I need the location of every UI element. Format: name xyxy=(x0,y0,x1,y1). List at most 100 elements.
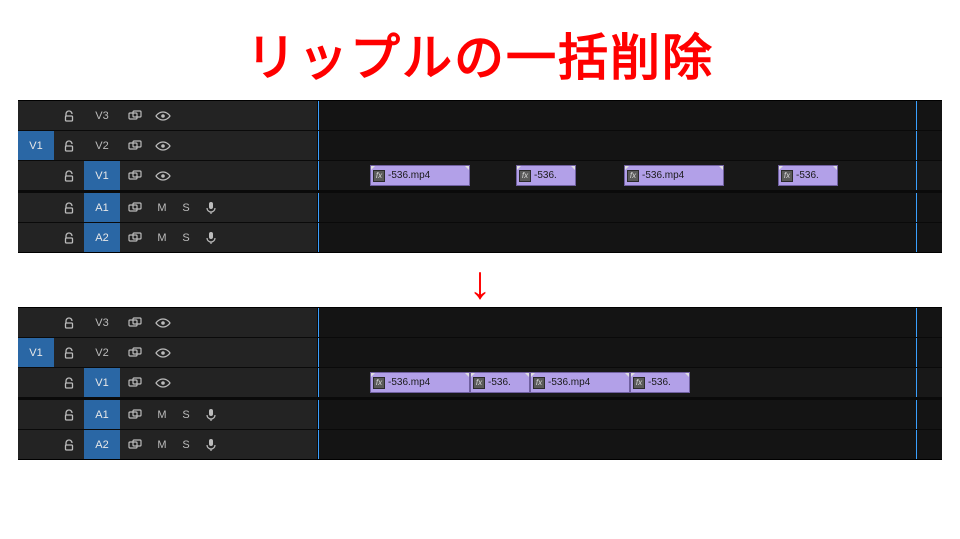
lock-toggle-v3[interactable] xyxy=(54,308,84,337)
source-slot-a2[interactable] xyxy=(18,223,54,252)
lock-toggle-a2[interactable] xyxy=(54,223,84,252)
source-slot-a1[interactable] xyxy=(18,193,54,222)
visibility-toggle-v3[interactable] xyxy=(150,308,176,337)
solo-toggle-a2[interactable]: S xyxy=(174,430,198,459)
sync-lock-v3[interactable] xyxy=(120,101,150,130)
voice-record-a2[interactable] xyxy=(198,223,224,252)
out-marker[interactable] xyxy=(916,193,917,222)
source-slot-v1[interactable] xyxy=(18,368,54,397)
voice-record-a1[interactable] xyxy=(198,193,224,222)
out-marker[interactable] xyxy=(916,223,917,252)
out-marker[interactable] xyxy=(916,308,917,337)
track-content-a1[interactable] xyxy=(318,400,942,429)
out-marker[interactable] xyxy=(916,101,917,130)
track-content-a1[interactable] xyxy=(318,193,942,222)
lock-toggle-a1[interactable] xyxy=(54,400,84,429)
track-content-a2[interactable] xyxy=(318,430,942,459)
sync-lock-v3[interactable] xyxy=(120,308,150,337)
source-slot-v2[interactable]: V1 xyxy=(18,131,54,160)
source-slot-v2[interactable]: V1 xyxy=(18,338,54,367)
lock-toggle-v2[interactable] xyxy=(54,131,84,160)
track-content-v1[interactable]: fx-536.mp4fx-536.fx-536.mp4fx-536. xyxy=(318,368,942,397)
source-slot-a1[interactable] xyxy=(18,400,54,429)
track-label-v2[interactable]: V2 xyxy=(84,338,120,367)
in-marker[interactable] xyxy=(318,368,319,397)
track-label-v3[interactable]: V3 xyxy=(84,308,120,337)
in-marker[interactable] xyxy=(318,193,319,222)
track-label-a1[interactable]: A1 xyxy=(84,400,120,429)
track-label-v1[interactable]: V1 xyxy=(84,161,120,190)
track-label-a2[interactable]: A2 xyxy=(84,430,120,459)
voice-record-a1[interactable] xyxy=(198,400,224,429)
track-label-a2[interactable]: A2 xyxy=(84,223,120,252)
sync-lock-a1[interactable] xyxy=(120,400,150,429)
lock-open-icon xyxy=(63,439,75,451)
track-label-a1[interactable]: A1 xyxy=(84,193,120,222)
source-slot-v1[interactable] xyxy=(18,161,54,190)
track-label-v1[interactable]: V1 xyxy=(84,368,120,397)
sync-lock-a2[interactable] xyxy=(120,430,150,459)
sync-lock-v2[interactable] xyxy=(120,131,150,160)
lock-toggle-v1[interactable] xyxy=(54,161,84,190)
visibility-toggle-v1[interactable] xyxy=(150,368,176,397)
in-marker[interactable] xyxy=(318,308,319,337)
video-clip[interactable]: fx-536. xyxy=(516,165,576,186)
track-label-v3[interactable]: V3 xyxy=(84,101,120,130)
out-marker[interactable] xyxy=(916,368,917,397)
track-label-v2[interactable]: V2 xyxy=(84,131,120,160)
sync-lock-v2[interactable] xyxy=(120,338,150,367)
in-marker[interactable] xyxy=(318,223,319,252)
mute-toggle-a2[interactable]: M xyxy=(150,430,174,459)
video-clip[interactable]: fx-536.mp4 xyxy=(370,372,470,393)
lock-toggle-a1[interactable] xyxy=(54,193,84,222)
sync-lock-a2[interactable] xyxy=(120,223,150,252)
sync-lock-v1[interactable] xyxy=(120,161,150,190)
fx-badge-icon: fx xyxy=(533,377,545,389)
solo-toggle-a1[interactable]: S xyxy=(174,400,198,429)
sync-lock-v1[interactable] xyxy=(120,368,150,397)
video-clip[interactable]: fx-536. xyxy=(778,165,838,186)
track-content-v1[interactable]: fx-536.mp4 fx-536. fx-536.mp4 fx-536. xyxy=(318,161,942,190)
lock-toggle-v2[interactable] xyxy=(54,338,84,367)
out-marker[interactable] xyxy=(916,430,917,459)
video-clip[interactable]: fx-536.mp4 xyxy=(624,165,724,186)
track-content-a2[interactable] xyxy=(318,223,942,252)
out-marker[interactable] xyxy=(916,131,917,160)
in-marker[interactable] xyxy=(318,430,319,459)
video-clip[interactable]: fx-536. xyxy=(470,372,530,393)
out-marker[interactable] xyxy=(916,338,917,367)
in-marker[interactable] xyxy=(318,131,319,160)
visibility-toggle-v2[interactable] xyxy=(150,338,176,367)
in-marker[interactable] xyxy=(318,101,319,130)
visibility-toggle-v1[interactable] xyxy=(150,161,176,190)
in-marker[interactable] xyxy=(318,161,319,190)
voice-record-a2[interactable] xyxy=(198,430,224,459)
solo-toggle-a1[interactable]: S xyxy=(174,193,198,222)
lock-toggle-a2[interactable] xyxy=(54,430,84,459)
track-content-v3[interactable] xyxy=(318,101,942,130)
visibility-toggle-v2[interactable] xyxy=(150,131,176,160)
lock-toggle-v3[interactable] xyxy=(54,101,84,130)
lock-toggle-v1[interactable] xyxy=(54,368,84,397)
video-clip[interactable]: fx-536.mp4 xyxy=(370,165,470,186)
out-marker[interactable] xyxy=(916,161,917,190)
mute-toggle-a1[interactable]: M xyxy=(150,400,174,429)
fx-badge-icon: fx xyxy=(781,170,793,182)
mute-toggle-a2[interactable]: M xyxy=(150,223,174,252)
mute-toggle-a1[interactable]: M xyxy=(150,193,174,222)
track-content-v2[interactable] xyxy=(318,338,942,367)
source-slot-v3[interactable] xyxy=(18,308,54,337)
out-marker[interactable] xyxy=(916,400,917,429)
solo-toggle-a2[interactable]: S xyxy=(174,223,198,252)
video-clip[interactable]: fx-536.mp4 xyxy=(530,372,630,393)
clip-label: -536.mp4 xyxy=(548,377,590,388)
video-clip[interactable]: fx-536. xyxy=(630,372,690,393)
visibility-toggle-v3[interactable] xyxy=(150,101,176,130)
sync-lock-a1[interactable] xyxy=(120,193,150,222)
track-content-v2[interactable] xyxy=(318,131,942,160)
track-content-v3[interactable] xyxy=(318,308,942,337)
in-marker[interactable] xyxy=(318,400,319,429)
in-marker[interactable] xyxy=(318,338,319,367)
source-slot-a2[interactable] xyxy=(18,430,54,459)
source-slot-v3[interactable] xyxy=(18,101,54,130)
